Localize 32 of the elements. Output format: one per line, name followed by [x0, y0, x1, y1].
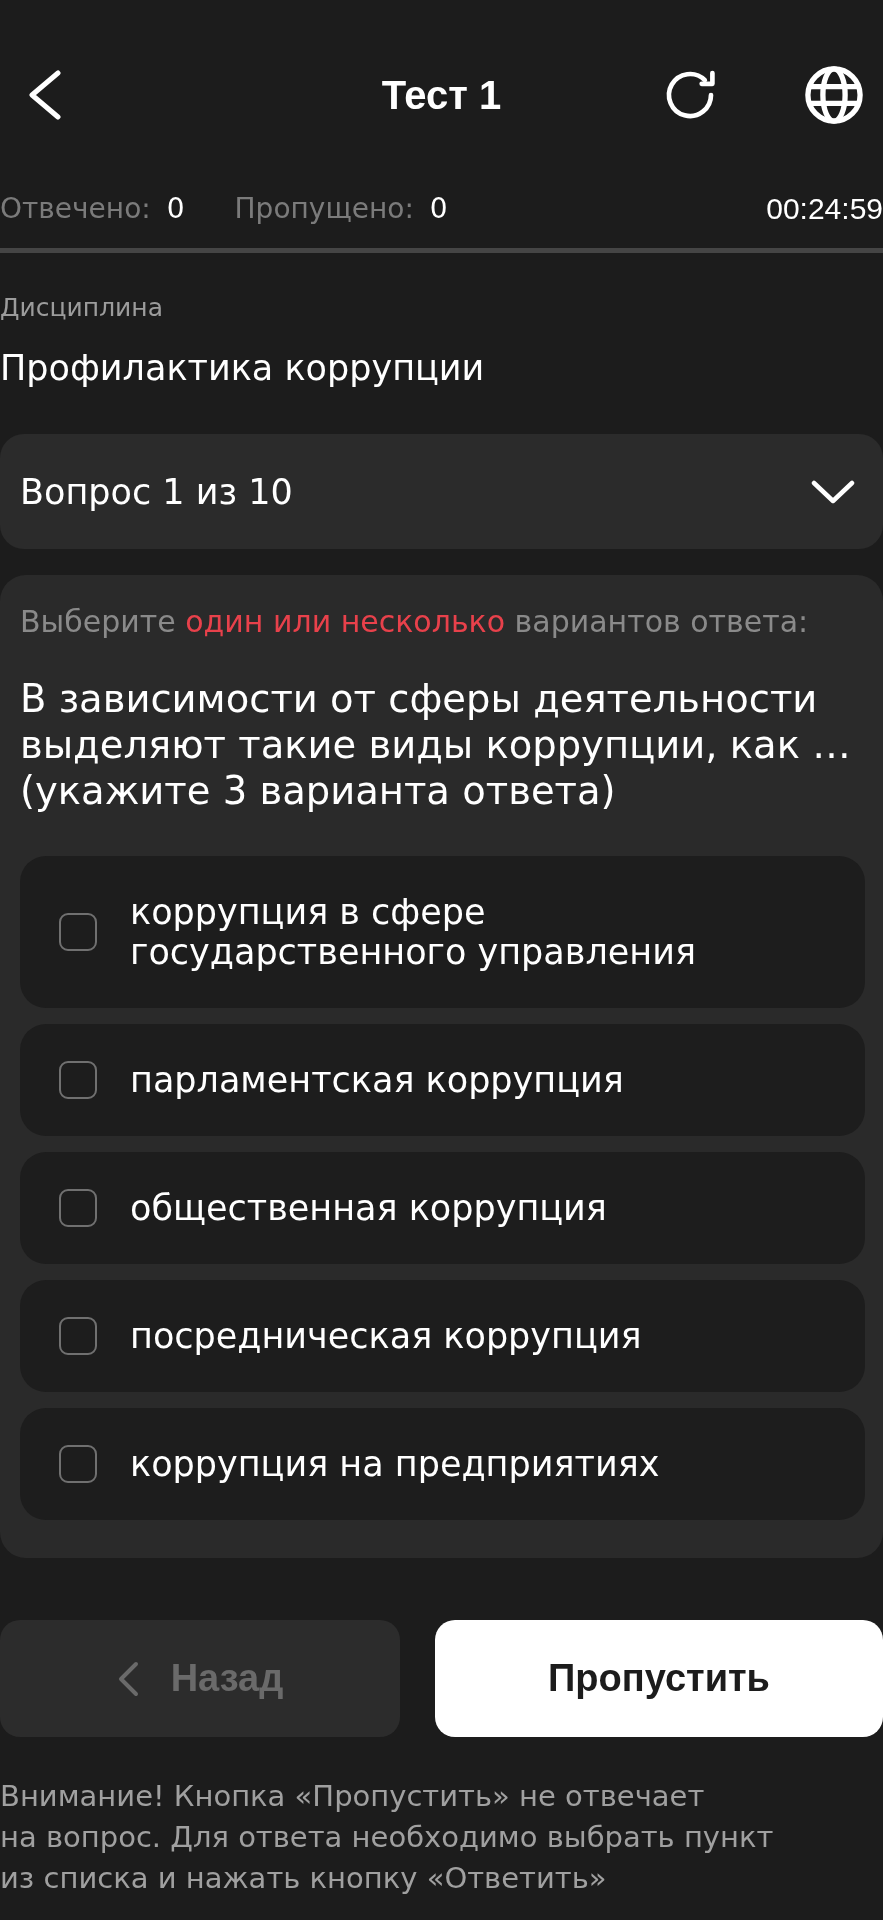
chevron-left-icon	[116, 1660, 139, 1697]
selector-label: Вопрос 1 из 10	[20, 470, 293, 513]
option-label: общественная коррупция	[130, 1188, 607, 1228]
option-label: коррупция в сфере государственного управления	[130, 892, 697, 972]
question-text: В зависимости от сферы деятельности выделяют такие виды коррупции, как … (укажите 3 варианта ответа)	[20, 676, 852, 814]
timer: 00:24:59	[766, 191, 883, 227]
globe-icon[interactable]	[805, 66, 863, 124]
warning-note: Внимание! Кнопка «Пропустить» не отвечает на вопрос. Для ответа необходимо выбрать пункт из списка и нажать кнопку «Ответить»	[0, 1778, 775, 1897]
checkbox[interactable]	[59, 1445, 97, 1483]
skip-button[interactable]: Пропустить	[435, 1620, 883, 1737]
stat-label: Пропущено:	[234, 191, 414, 227]
checkbox[interactable]	[59, 1061, 97, 1099]
page-title: Тест 1	[381, 72, 502, 119]
answer-option[interactable]: посредническая коррупция	[20, 1280, 865, 1392]
discipline-label: Дисциплина	[0, 293, 165, 323]
back-icon[interactable]	[28, 70, 62, 120]
question-selector[interactable]: Вопрос 1 из 10	[0, 434, 883, 549]
checkbox[interactable]	[59, 1317, 97, 1355]
stat-value: 0	[429, 191, 448, 227]
checkbox[interactable]	[59, 913, 97, 951]
checkbox[interactable]	[59, 1189, 97, 1227]
answer-option[interactable]: коррупция на предприятиях	[20, 1408, 865, 1520]
answer-option[interactable]: парламентская коррупция	[20, 1024, 865, 1136]
stat-value: 0	[166, 191, 185, 227]
option-label: коррупция на предприятиях	[130, 1444, 660, 1484]
answer-option[interactable]: коррупция в сфере государственного управления	[20, 856, 865, 1008]
stat-label: Отвечено:	[0, 191, 151, 227]
answer-option[interactable]: общественная коррупция	[20, 1152, 865, 1264]
discipline-name: Профилактика коррупции	[0, 348, 486, 388]
instruction-text: Выберите один или несколько вариантов ответа:	[20, 604, 810, 640]
option-label: посредническая коррупция	[130, 1316, 642, 1356]
option-label: парламентская коррупция	[130, 1060, 624, 1100]
